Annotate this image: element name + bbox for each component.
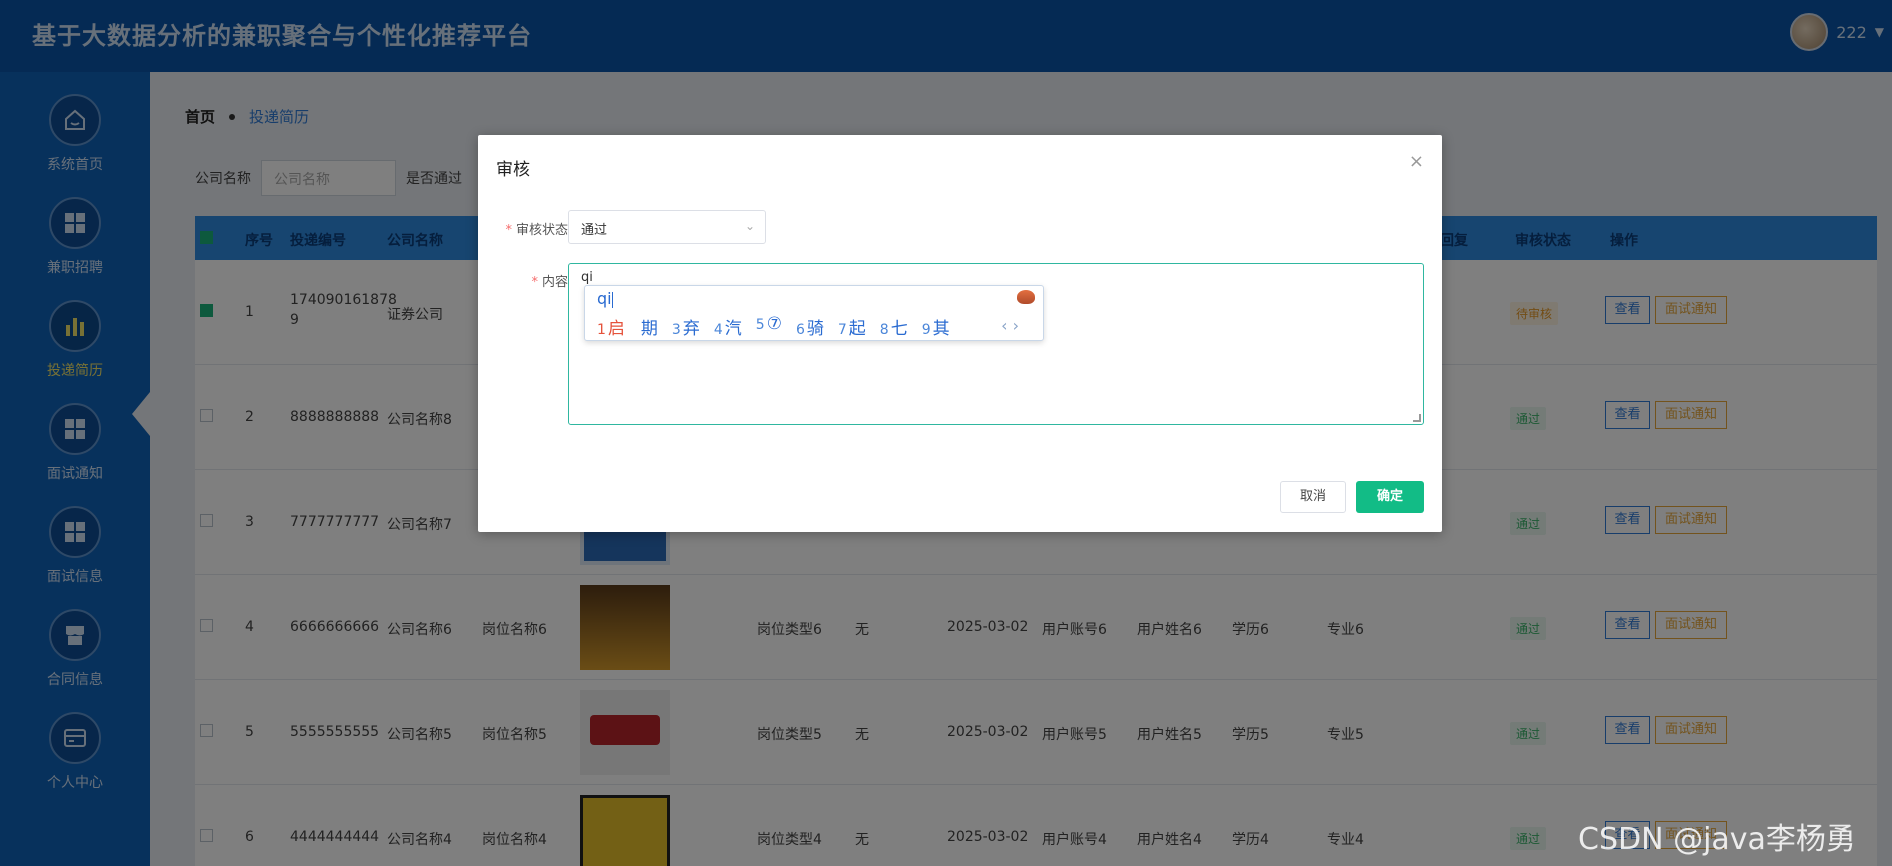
content-form-label: * 内容 — [531, 275, 568, 290]
ime-skin-icon — [1017, 290, 1035, 304]
ime-candidate[interactable]: 期 — [639, 314, 658, 339]
chevron-down-icon: ⌄ — [744, 219, 755, 233]
review-status-value: 通过 — [581, 223, 608, 238]
content-value: qi — [581, 270, 593, 285]
close-icon[interactable]: × — [1409, 151, 1424, 172]
confirm-button[interactable]: 确定 — [1356, 481, 1424, 513]
status-form-label: * 审核状态 — [505, 223, 568, 238]
cancel-button[interactable]: 取消 — [1280, 481, 1346, 513]
ime-candidate[interactable]: 6骑 — [796, 314, 824, 339]
ime-candidate[interactable]: 8七 — [880, 314, 908, 339]
ime-candidate[interactable]: 9其 — [922, 314, 950, 339]
ime-candidate[interactable]: 1启 — [597, 314, 625, 339]
ime-candidate[interactable]: 7起 — [838, 314, 866, 339]
ime-page-arrows[interactable]: ‹ › — [1001, 316, 1019, 335]
ime-candidate[interactable]: 3弃 — [672, 314, 700, 339]
review-status-select[interactable]: 通过 ⌄ — [568, 210, 766, 244]
resize-handle[interactable] — [1413, 414, 1421, 422]
ime-candidate-window: qi 1启 期 3弃 4汽 5⑦ 6骑 7起 8七 9其 ‹ › — [584, 285, 1044, 341]
ime-candidate-list: 1启 期 3弃 4汽 5⑦ 6骑 7起 8七 9其 — [597, 314, 950, 339]
ime-candidate[interactable]: 4汽 — [714, 314, 742, 339]
ime-candidate[interactable]: 5⑦ — [756, 314, 782, 339]
ime-composition: qi — [597, 289, 613, 308]
watermark-text: CSDN @java李杨勇 — [1578, 822, 1856, 857]
dialog-title: 审核 — [496, 160, 530, 180]
